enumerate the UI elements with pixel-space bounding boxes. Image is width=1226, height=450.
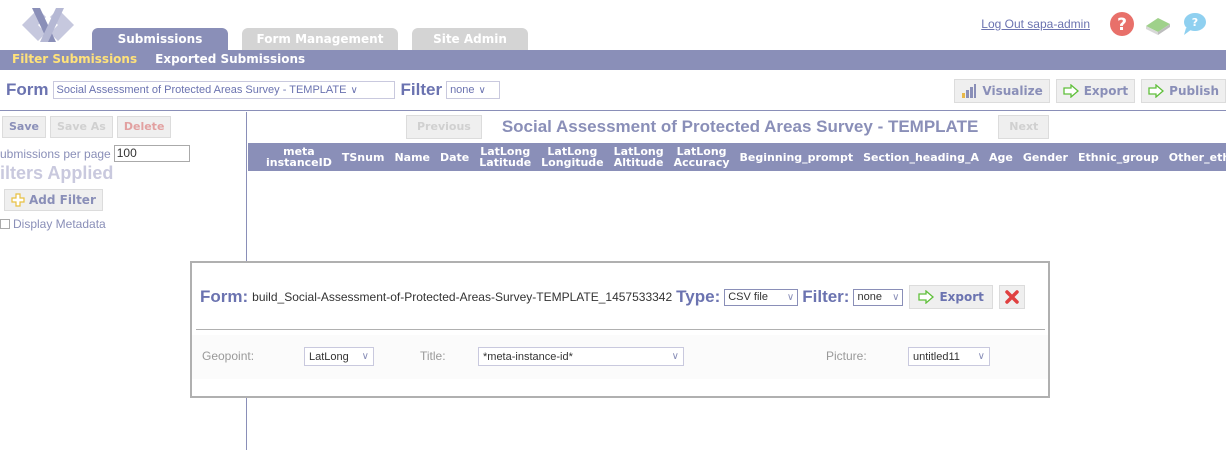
type-select-value: CSV file: [728, 291, 768, 303]
column-header[interactable]: LatLong Longitude: [541, 146, 603, 168]
chevron-down-icon: ∨: [786, 291, 795, 303]
dialog-filter-label: Filter:: [802, 287, 850, 306]
subnav-exported-submissions[interactable]: Exported Submissions: [155, 52, 305, 66]
display-metadata-row: Display Metadata: [0, 217, 106, 231]
export-options: Geopoint: LatLong ∨ Title: *meta-instanc…: [192, 335, 1048, 379]
header-actions: Log Out sapa-admin ? ?: [981, 10, 1208, 38]
filters-applied-heading: ilters Applied: [0, 163, 114, 183]
chevron-down-icon: ∨: [671, 351, 679, 362]
svg-text:?: ?: [1117, 15, 1127, 35]
book-icon[interactable]: [1144, 10, 1172, 38]
filter-select[interactable]: none ∨: [446, 81, 501, 99]
subnav-filter-submissions[interactable]: Filter Submissions: [12, 52, 137, 66]
tab-site-admin[interactable]: Site Admin: [412, 28, 528, 50]
filter-actions: Save Save As Delete: [2, 116, 175, 138]
subnav: Filter Submissions Exported Submissions: [12, 52, 323, 66]
title-value: *meta-instance-id*: [483, 350, 573, 363]
save-button[interactable]: Save: [2, 116, 46, 138]
picture-value: untitled11: [913, 350, 960, 363]
column-header[interactable]: LatLong Latitude: [479, 146, 531, 168]
dialog-divider: [196, 329, 1045, 330]
filter-select-value: none: [450, 84, 475, 96]
dialog-type-label: Type:: [676, 287, 721, 306]
tab-submissions[interactable]: Submissions: [92, 28, 228, 50]
export-button[interactable]: Export: [1055, 79, 1136, 103]
form-select-value: Social Assessment of Protected Areas Sur…: [56, 84, 347, 96]
per-page-row: ubmissions per page 100: [0, 145, 190, 162]
previous-button[interactable]: Previous: [406, 115, 482, 139]
column-header[interactable]: Other_ethnic: [1169, 152, 1226, 163]
form-select[interactable]: Social Assessment of Protected Areas Sur…: [52, 81, 395, 99]
column-header[interactable]: Gender: [1023, 152, 1068, 163]
column-header[interactable]: Section_heading_A: [863, 152, 979, 163]
per-page-input[interactable]: 100: [113, 145, 190, 162]
dialog-filter-value: none: [857, 291, 882, 303]
type-select[interactable]: CSV file ∨: [724, 288, 799, 306]
geopoint-value: LatLong: [309, 350, 349, 363]
column-header[interactable]: TSnum: [342, 152, 385, 163]
per-page-label: ubmissions per page: [0, 146, 111, 161]
dialog-form-label: Form:: [200, 287, 249, 306]
chevron-down-icon: ∨: [478, 84, 486, 96]
visualize-button[interactable]: Visualize: [954, 79, 1050, 103]
dialog-export-button[interactable]: Export: [909, 285, 993, 309]
dialog-export-label: Export: [939, 290, 984, 304]
odk-logo: [22, 8, 74, 42]
filter-label: Filter: [400, 80, 443, 99]
arrow-right-icon: [918, 290, 935, 304]
picture-select[interactable]: untitled11 ∨: [908, 347, 990, 366]
close-button[interactable]: [998, 285, 1025, 309]
form-actions: Visualize Export Publish: [948, 79, 1226, 103]
picture-label: Picture:: [826, 349, 867, 363]
publish-label: Publish: [1169, 84, 1219, 98]
visualize-label: Visualize: [982, 84, 1043, 98]
chevron-down-icon: ∨: [350, 84, 358, 96]
chevron-down-icon: ∨: [977, 351, 985, 362]
column-header[interactable]: Age: [989, 152, 1013, 163]
geopoint-label: Geopoint:: [202, 349, 255, 363]
dialog-form-value: build_Social-Assessment-of-Protected-Are…: [252, 290, 673, 304]
main-tabs: Submissions Form Management Site Admin: [92, 28, 542, 50]
title-label: Title:: [420, 349, 446, 363]
tab-form-management[interactable]: Form Management: [242, 28, 398, 50]
arrow-right-icon: [1063, 84, 1079, 98]
form-label: Form: [6, 80, 49, 99]
help-icon[interactable]: ?: [1108, 10, 1136, 38]
divider: [0, 110, 1226, 111]
plus-icon: [11, 193, 25, 207]
delete-button[interactable]: Delete: [116, 116, 172, 138]
column-header[interactable]: Ethnic_group: [1078, 152, 1159, 163]
export-dialog: Form: build_Social-Assessment-of-Protect…: [190, 261, 1050, 398]
close-icon: [1005, 290, 1019, 304]
column-header[interactable]: LatLong Altitude: [614, 146, 664, 168]
save-as-button[interactable]: Save As: [49, 116, 113, 138]
dialog-filter-select[interactable]: none ∨: [853, 288, 904, 306]
export-dialog-row: Form: build_Social-Assessment-of-Protect…: [200, 285, 1025, 309]
add-filter-button[interactable]: Add Filter: [4, 189, 103, 211]
column-header[interactable]: Beginning_prompt: [740, 152, 854, 163]
chevron-down-icon: ∨: [892, 291, 900, 303]
publish-button[interactable]: Publish: [1141, 79, 1226, 103]
submission-nav: Previous Social Assessment of Protected …: [406, 115, 1050, 139]
svg-text:?: ?: [1192, 16, 1198, 29]
geopoint-select[interactable]: LatLong ∨: [304, 347, 374, 366]
export-label: Export: [1083, 84, 1129, 98]
column-header[interactable]: LatLong Accuracy: [674, 146, 730, 168]
survey-title: Social Assessment of Protected Areas Sur…: [501, 117, 979, 136]
table-header: meta instanceID TSnum Name Date LatLong La…: [248, 143, 1226, 171]
feedback-icon[interactable]: ?: [1180, 10, 1208, 38]
column-header[interactable]: Date: [440, 152, 469, 163]
next-button[interactable]: Next: [998, 115, 1050, 139]
column-header[interactable]: Name: [394, 152, 430, 163]
chevron-down-icon: ∨: [361, 351, 369, 362]
logout-link[interactable]: Log Out sapa-admin: [981, 17, 1090, 31]
display-metadata-checkbox[interactable]: [0, 219, 10, 229]
form-selector-row: Form Social Assessment of Protected Area…: [6, 80, 501, 100]
bar-chart-icon: [962, 84, 977, 98]
add-filter-label: Add Filter: [29, 193, 96, 207]
column-header[interactable]: meta instanceID: [266, 146, 332, 168]
arrow-right-icon: [1148, 84, 1165, 98]
display-metadata-label: Display Metadata: [13, 217, 106, 231]
title-select[interactable]: *meta-instance-id* ∨: [478, 347, 684, 366]
